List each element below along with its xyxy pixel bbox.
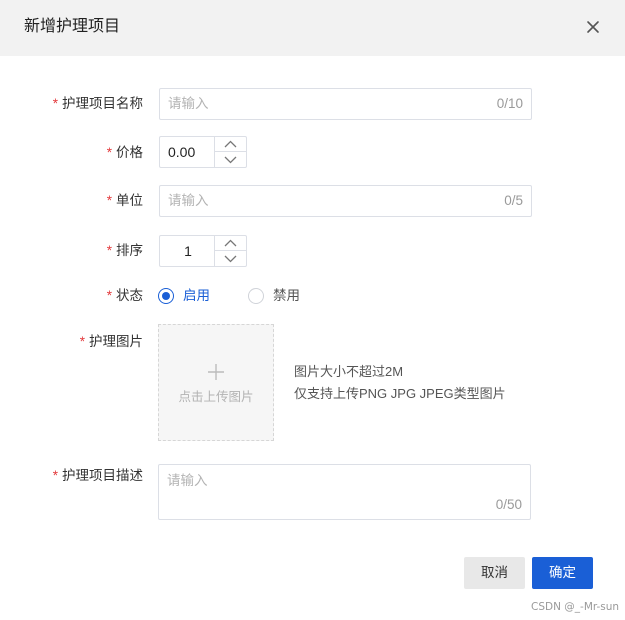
- sort-stepper-controls: [214, 236, 246, 266]
- chevron-down-icon: [224, 255, 237, 263]
- unit-label-text: 单位: [116, 193, 143, 208]
- confirm-button[interactable]: 确定: [532, 557, 593, 589]
- required-mark: *: [106, 288, 112, 303]
- chevron-up-icon: [224, 239, 237, 247]
- chevron-down-icon: [224, 156, 237, 164]
- unit-label: * 单位: [0, 191, 143, 211]
- watermark: CSDN @_-Mr-sun: [531, 601, 620, 613]
- plus-icon: [208, 364, 224, 380]
- status-option-label: 启用: [183, 288, 210, 303]
- price-value: 0.00: [168, 144, 196, 160]
- unit-placeholder: 请输入: [168, 193, 209, 208]
- description-label: * 护理项目描述: [0, 466, 143, 486]
- required-mark: *: [106, 243, 112, 258]
- name-label-text: 护理项目名称: [62, 96, 143, 111]
- description-placeholder: 请输入: [167, 473, 208, 488]
- close-icon[interactable]: [582, 16, 604, 38]
- image-upload-area[interactable]: 点击上传图片: [158, 324, 274, 441]
- name-label: * 护理项目名称: [0, 94, 143, 114]
- upload-size-hint: 图片大小不超过2M: [294, 364, 404, 379]
- price-stepper[interactable]: 0.00: [159, 136, 247, 168]
- unit-char-counter: 0/5: [504, 193, 523, 208]
- dialog-title: 新增护理项目: [24, 18, 121, 35]
- add-nursing-item-dialog: 新增护理项目 * 护理项目名称 请输入 0/10 * 价格 0.00 * 单位 请输入…: [0, 0, 625, 620]
- cancel-button[interactable]: 取消: [464, 557, 525, 589]
- sort-label: * 排序: [0, 241, 143, 261]
- description-label-text: 护理项目描述: [62, 468, 143, 483]
- description-textarea[interactable]: 请输入 0/50: [158, 464, 531, 520]
- sort-increment-button[interactable]: [215, 236, 246, 251]
- upload-text: 点击上传图片: [178, 390, 254, 404]
- image-label-text: 护理图片: [89, 334, 143, 349]
- radio-checked-icon: [158, 288, 174, 304]
- required-mark: *: [106, 145, 112, 160]
- name-input[interactable]: 请输入 0/10: [159, 88, 532, 120]
- upload-type-hint: 仅支持上传PNG JPG JPEG类型图片: [294, 386, 506, 401]
- name-char-counter: 0/10: [496, 96, 523, 111]
- image-label: * 护理图片: [0, 332, 143, 352]
- status-option-label: 禁用: [273, 288, 300, 303]
- sort-stepper[interactable]: 1: [159, 235, 247, 267]
- sort-decrement-button[interactable]: [215, 251, 246, 266]
- dialog-header: 新增护理项目: [0, 0, 625, 56]
- required-mark: *: [106, 193, 112, 208]
- name-placeholder: 请输入: [168, 96, 209, 111]
- price-increment-button[interactable]: [215, 137, 246, 152]
- price-label: * 价格: [0, 143, 143, 163]
- unit-input[interactable]: 请输入 0/5: [159, 185, 532, 217]
- status-label: * 状态: [0, 286, 143, 306]
- required-mark: *: [79, 334, 85, 349]
- chevron-up-icon: [224, 140, 237, 148]
- price-label-text: 价格: [116, 145, 143, 160]
- radio-unchecked-icon: [248, 288, 264, 304]
- required-mark: *: [52, 468, 58, 483]
- description-char-counter: 0/50: [495, 497, 522, 512]
- sort-value: 1: [184, 243, 192, 259]
- sort-label-text: 排序: [116, 243, 143, 258]
- price-stepper-controls: [214, 137, 246, 167]
- price-decrement-button[interactable]: [215, 152, 246, 167]
- status-label-text: 状态: [116, 288, 143, 303]
- required-mark: *: [52, 96, 58, 111]
